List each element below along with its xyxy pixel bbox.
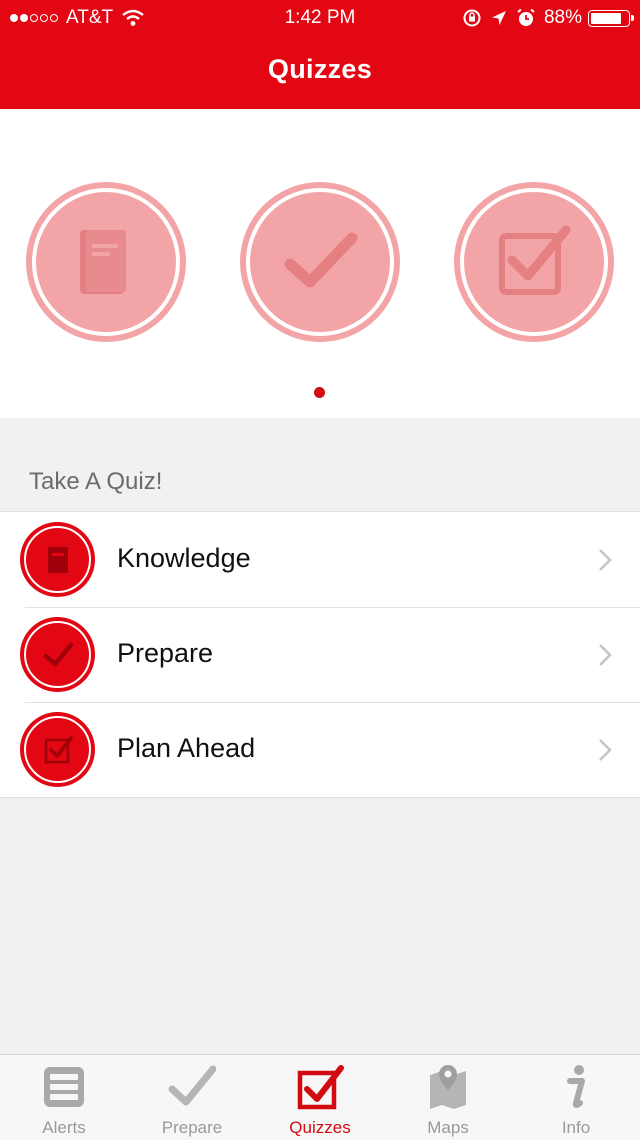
quiz-item-label: Prepare	[117, 638, 214, 668]
check-icon	[168, 1065, 216, 1106]
battery-percent: 88%	[543, 7, 582, 28]
tab-quizzes[interactable]: Quizzes	[256, 1055, 384, 1140]
chevron-right-icon	[599, 644, 612, 666]
tab-alerts[interactable]: Alerts	[0, 1055, 128, 1140]
map-pin-icon	[430, 1065, 466, 1109]
tab-label: Prepare	[161, 1118, 223, 1137]
check-icon	[284, 232, 358, 288]
page-indicator-dot	[314, 387, 325, 398]
tab-label: Quizzes	[289, 1118, 351, 1137]
checkbox-icon	[297, 1065, 344, 1110]
tab-maps[interactable]: Maps	[384, 1055, 512, 1140]
tab-info[interactable]: Info	[512, 1055, 640, 1140]
quiz-item-knowledge[interactable]: Knowledge	[0, 512, 640, 607]
section-title: Take A Quiz!	[29, 468, 163, 495]
book-icon	[80, 230, 126, 294]
tab-label: Alerts	[42, 1118, 86, 1137]
checkbox-icon	[44, 736, 73, 764]
tab-bar: Alerts Prepare Quizzes Maps Info	[0, 1054, 640, 1140]
quiz-item-icon	[20, 712, 95, 787]
info-icon	[567, 1065, 585, 1108]
alarm-clock-icon	[517, 8, 535, 26]
tab-prepare[interactable]: Prepare	[128, 1055, 256, 1140]
checkbox-icon	[499, 225, 571, 295]
carousel-slide-plan-ahead[interactable]	[454, 182, 614, 342]
quiz-item-prepare[interactable]: Prepare	[0, 607, 640, 702]
battery-icon	[588, 9, 634, 27]
chevron-right-icon	[599, 549, 612, 571]
quiz-item-icon	[20, 617, 95, 692]
nav-header: AT&T 1:42 PM 88% Quizzes	[0, 0, 640, 109]
quiz-item-plan-ahead[interactable]: Plan Ahead	[0, 702, 640, 797]
list-icon	[44, 1067, 84, 1107]
check-icon	[43, 642, 74, 667]
status-bar: AT&T 1:42 PM 88%	[0, 0, 640, 36]
tab-label: Maps	[427, 1118, 469, 1137]
carousel-slide-knowledge[interactable]	[26, 182, 186, 342]
quiz-carousel[interactable]	[0, 109, 640, 418]
tab-label: Info	[561, 1118, 591, 1137]
chevron-right-icon	[599, 739, 612, 761]
quiz-item-label: Knowledge	[117, 543, 251, 573]
quiz-item-label: Plan Ahead	[117, 733, 256, 763]
carousel-slide-prepare[interactable]	[240, 182, 400, 342]
location-arrow-icon	[491, 11, 506, 25]
rotation-lock-icon	[463, 9, 481, 27]
book-icon	[48, 547, 68, 573]
quiz-list: Knowledge Prepare Plan Ahead	[0, 511, 640, 798]
page-title: Quizzes	[267, 54, 373, 84]
quiz-item-icon	[20, 522, 95, 597]
